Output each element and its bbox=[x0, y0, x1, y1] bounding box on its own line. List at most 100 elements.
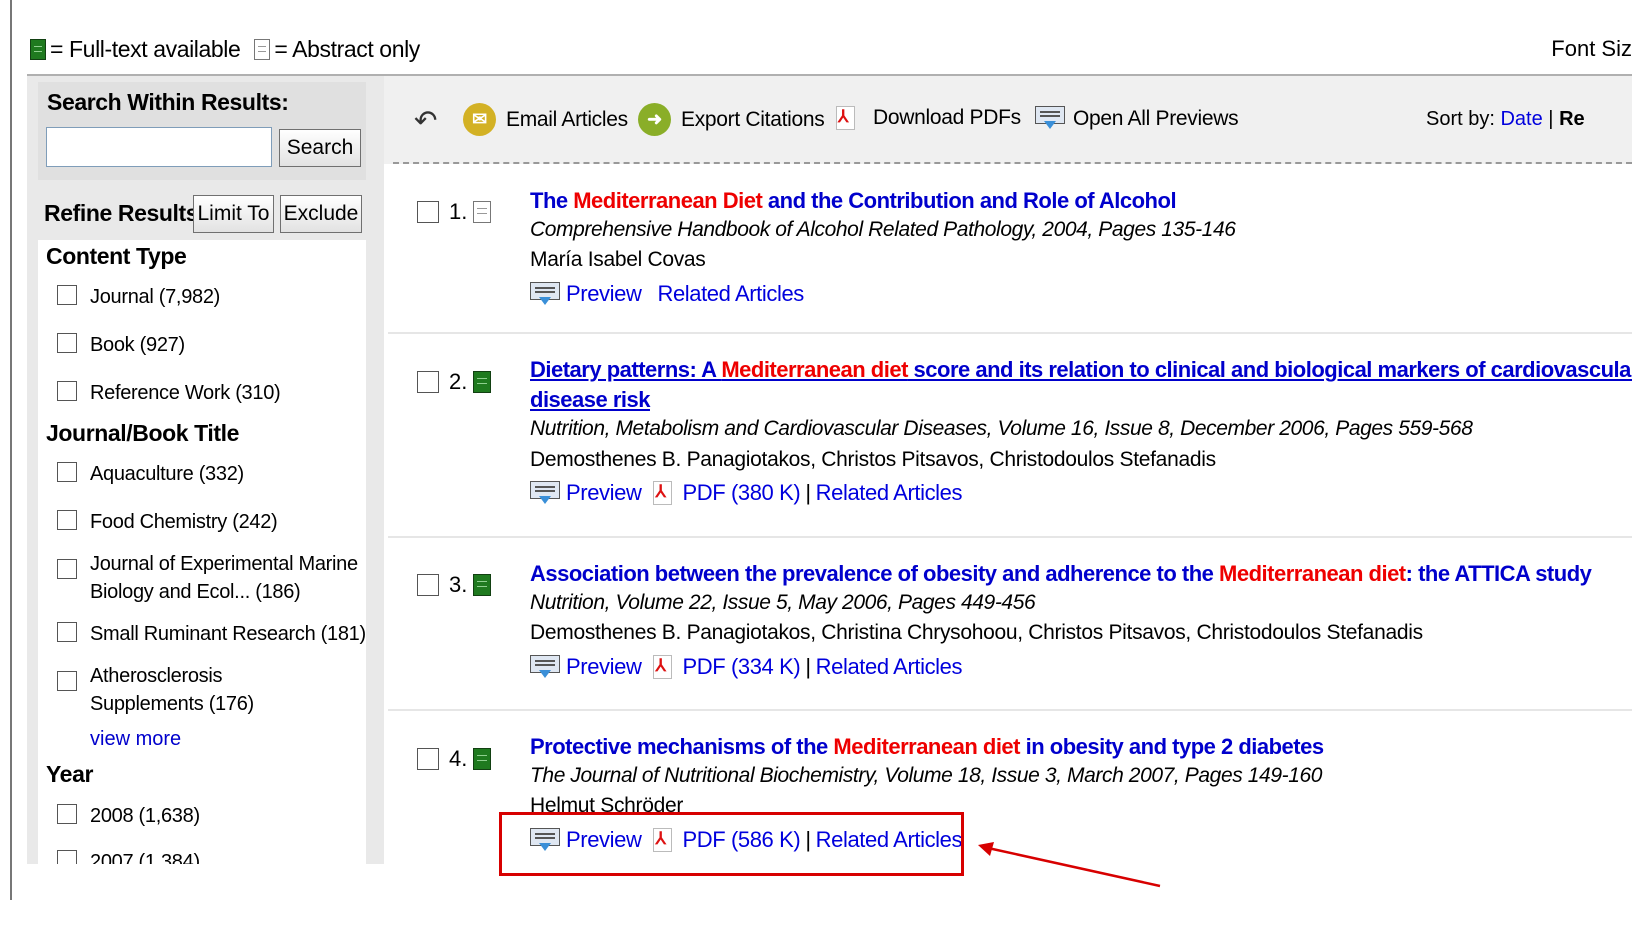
filter-item[interactable]: Aquaculture (332) bbox=[57, 460, 244, 488]
year-heading: Year bbox=[46, 761, 94, 787]
pdf-link[interactable]: PDF (380 K) bbox=[682, 480, 800, 506]
result-authors: Helmut Schröder bbox=[530, 794, 684, 814]
filter-item[interactable]: Small Ruminant Research (181) bbox=[57, 620, 366, 648]
result-separator bbox=[388, 332, 1632, 334]
filter-checkbox[interactable] bbox=[57, 804, 77, 824]
email-articles-button[interactable]: ✉ Email Articles bbox=[463, 103, 628, 136]
title-text: Protective mechanisms of the bbox=[530, 734, 834, 759]
filter-checkbox[interactable] bbox=[57, 622, 77, 642]
filter-item[interactable]: Journal (7,982) bbox=[57, 283, 220, 311]
sort-date-link[interactable]: Date bbox=[1500, 108, 1542, 130]
title-text: and the Contribution and Role of Alcohol bbox=[762, 188, 1177, 213]
refresh-icon[interactable]: ↶ bbox=[414, 104, 437, 137]
journal-title-heading: Journal/Book Title bbox=[46, 420, 240, 446]
refine-results-title: Refine Results bbox=[44, 200, 199, 226]
related-articles-link[interactable]: Related Articles bbox=[816, 654, 963, 680]
title-highlight: Mediterranean diet bbox=[1219, 561, 1406, 586]
full-text-icon bbox=[473, 371, 492, 393]
result-number: 1. bbox=[417, 199, 492, 225]
preview-link[interactable]: Preview bbox=[566, 281, 642, 307]
toolbar-dashed-divider bbox=[393, 162, 1632, 164]
result-separator bbox=[388, 536, 1632, 538]
result-source: Nutrition, Volume 22, Issue 5, May 2006,… bbox=[530, 591, 1036, 614]
filter-checkbox[interactable] bbox=[57, 285, 77, 305]
search-within-title: Search Within Results: bbox=[47, 89, 289, 115]
result-title-link[interactable]: The Mediterranean Diet and the Contribut… bbox=[530, 188, 1177, 214]
view-more-link[interactable]: view more bbox=[90, 728, 181, 751]
result-title-link-line2[interactable]: disease risk bbox=[530, 387, 650, 413]
filter-item[interactable]: 2008 (1,638) bbox=[57, 802, 200, 830]
export-citations-button[interactable]: ➜ Export Citations bbox=[638, 103, 825, 136]
filter-item[interactable]: Atherosclerosis Supplements (176) bbox=[57, 662, 254, 718]
result-checkbox[interactable] bbox=[417, 201, 439, 223]
result-index: 2. bbox=[449, 369, 468, 394]
exclude-button[interactable]: Exclude bbox=[280, 195, 362, 233]
result-checkbox[interactable] bbox=[417, 371, 439, 393]
filter-label: Journal (7,982) bbox=[90, 286, 221, 308]
result-title-link[interactable]: Protective mechanisms of the Mediterrane… bbox=[530, 734, 1324, 760]
result-number: 4. bbox=[417, 746, 492, 772]
limit-to-button[interactable]: Limit To bbox=[193, 195, 274, 233]
filter-checkbox[interactable] bbox=[57, 462, 77, 482]
filter-item[interactable]: Journal of Experimental Marine Biology a… bbox=[57, 550, 358, 606]
export-icon: ➜ bbox=[638, 103, 671, 136]
title-text: Dietary patterns: A bbox=[530, 357, 722, 382]
filter-item[interactable]: 2007 (1,384) bbox=[57, 848, 200, 864]
filter-checkbox[interactable] bbox=[57, 671, 77, 691]
filter-checkbox[interactable] bbox=[57, 850, 77, 864]
filter-checkbox[interactable] bbox=[57, 333, 77, 353]
open-all-previews-button[interactable]: Open All Previews bbox=[1035, 106, 1239, 131]
highlight-box-annotation bbox=[499, 812, 964, 876]
filter-label: Food Chemistry (242) bbox=[90, 511, 278, 533]
link-separator: | bbox=[805, 654, 811, 679]
result-number: 2. bbox=[417, 369, 492, 395]
title-highlight: Mediterranean diet bbox=[721, 357, 908, 382]
abstract-only-icon bbox=[473, 201, 492, 223]
result-checkbox[interactable] bbox=[417, 574, 439, 596]
result-separator bbox=[388, 709, 1632, 711]
pdf-link[interactable]: PDF (334 K) bbox=[682, 654, 800, 680]
result-checkbox[interactable] bbox=[417, 748, 439, 770]
related-articles-link[interactable]: Related Articles bbox=[657, 281, 804, 307]
sort-relevance-label[interactable]: Re bbox=[1559, 108, 1585, 130]
preview-link[interactable]: Preview bbox=[566, 480, 642, 506]
preview-link[interactable]: Preview bbox=[566, 654, 642, 680]
access-legend: = Full-text available = Abstract only bbox=[30, 34, 420, 64]
filter-label: Journal of Experimental Marine Biology a… bbox=[90, 550, 358, 606]
related-articles-link[interactable]: Related Articles bbox=[816, 480, 963, 506]
filter-label-line: Atherosclerosis bbox=[90, 665, 223, 687]
filter-checkbox[interactable] bbox=[57, 510, 77, 530]
result-links: Preview Related Articles bbox=[530, 281, 804, 307]
result-authors: María Isabel Covas bbox=[530, 248, 706, 271]
filter-checkbox[interactable] bbox=[57, 381, 77, 401]
full-text-icon bbox=[473, 574, 492, 596]
preview-icon bbox=[530, 281, 560, 307]
result-title-link[interactable]: Dietary patterns: A Mediterranean diet s… bbox=[530, 357, 1632, 383]
abstract-only-icon bbox=[254, 38, 271, 60]
export-citations-label: Export Citations bbox=[681, 107, 825, 131]
download-pdfs-button[interactable]: Download PDFs bbox=[836, 106, 1021, 130]
filter-item[interactable]: Reference Work (310) bbox=[57, 379, 281, 407]
filter-item[interactable]: Book (927) bbox=[57, 331, 185, 359]
pdf-icon bbox=[836, 106, 855, 130]
title-highlight: Mediterranean Diet bbox=[573, 188, 763, 213]
filter-item[interactable]: Food Chemistry (242) bbox=[57, 508, 278, 536]
content-type-heading: Content Type bbox=[46, 243, 187, 269]
title-text: : the ATTICA study bbox=[1405, 561, 1592, 586]
abstract-only-legend-label: = Abstract only bbox=[274, 35, 420, 62]
search-within-button[interactable]: Search bbox=[279, 129, 361, 167]
title-text: The bbox=[530, 188, 574, 213]
font-size-label[interactable]: Font Siz bbox=[1551, 36, 1632, 62]
result-source: The Journal of Nutritional Biochemistry,… bbox=[530, 764, 1323, 787]
sort-by: Sort by: Date | Re bbox=[1426, 108, 1585, 131]
result-links: Preview PDF (380 K) | Related Articles bbox=[530, 480, 962, 506]
search-within-input[interactable] bbox=[46, 127, 272, 167]
filter-label-line: Journal of Experimental Marine bbox=[90, 553, 358, 575]
result-links: Preview PDF (334 K) | Related Articles bbox=[530, 654, 962, 680]
result-title-link[interactable]: Association between the prevalence of ob… bbox=[530, 561, 1592, 587]
result-index: 1. bbox=[449, 199, 468, 224]
open-all-previews-label: Open All Previews bbox=[1073, 106, 1239, 130]
full-text-icon bbox=[473, 748, 492, 770]
filter-checkbox[interactable] bbox=[57, 559, 77, 579]
pdf-icon bbox=[653, 655, 673, 679]
